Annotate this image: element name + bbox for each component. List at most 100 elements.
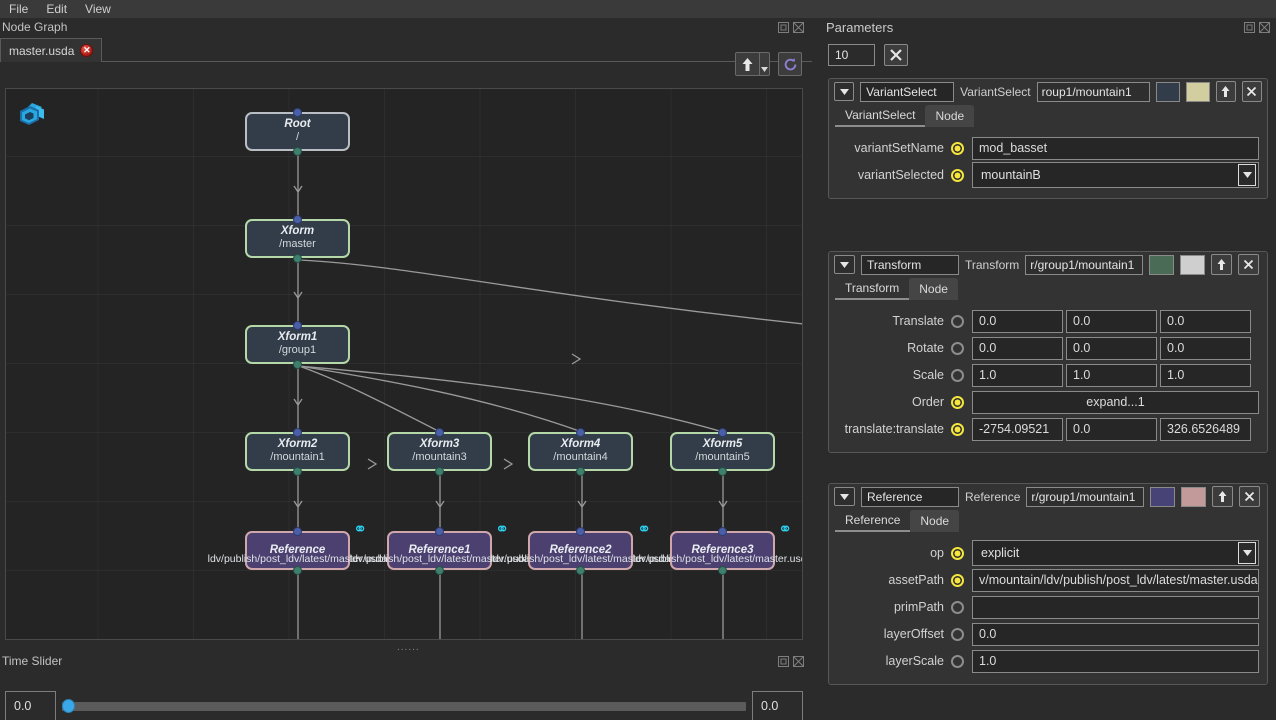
- graph-node-xform4[interactable]: Xform4/mountain4: [528, 427, 633, 476]
- node-input-port[interactable]: [576, 526, 585, 536]
- parameter-group-name[interactable]: VariantSelect: [860, 81, 955, 102]
- parameter-state-knob[interactable]: [951, 168, 964, 182]
- move-up-button[interactable]: [1211, 254, 1233, 275]
- node-link-icon[interactable]: ⚭: [778, 521, 792, 538]
- value-field[interactable]: 326.6526489: [1160, 417, 1251, 441]
- time-start-field[interactable]: 0.0: [5, 691, 56, 720]
- graph-node-xform3[interactable]: Xform3/mountain3: [387, 427, 492, 476]
- color-swatch-secondary[interactable]: [1181, 486, 1207, 507]
- parameter-tab-transform[interactable]: Transform: [835, 278, 910, 300]
- node-output-port[interactable]: [718, 565, 727, 575]
- parameter-state-knob[interactable]: [951, 422, 964, 436]
- float-panel-icon[interactable]: [778, 22, 789, 33]
- parameter-tab-node[interactable]: Node: [909, 278, 958, 300]
- parameter-state-knob[interactable]: [951, 627, 964, 641]
- node-output-port[interactable]: [576, 466, 585, 476]
- dropdown-select[interactable]: explicit: [972, 540, 1259, 566]
- tab-close-icon[interactable]: ✕: [80, 44, 94, 57]
- time-slider-handle[interactable]: [62, 699, 75, 713]
- node-link-icon[interactable]: ⚭: [495, 521, 509, 538]
- node-input-port[interactable]: [293, 526, 302, 536]
- go-up-dropdown-icon[interactable]: [759, 52, 770, 76]
- go-up-button[interactable]: [735, 52, 759, 76]
- value-field[interactable]: 0.0: [1160, 336, 1251, 360]
- node-link-icon[interactable]: ⚭: [353, 521, 367, 538]
- collapse-toggle-icon[interactable]: [834, 255, 855, 274]
- value-field[interactable]: expand...1: [972, 390, 1259, 414]
- clear-filter-button[interactable]: [884, 44, 908, 66]
- collapse-toggle-icon[interactable]: [834, 487, 855, 506]
- value-field[interactable]: 1.0: [1066, 363, 1157, 387]
- move-up-button[interactable]: [1215, 81, 1236, 102]
- chevron-down-icon[interactable]: [1238, 542, 1256, 564]
- parameter-group-path[interactable]: r/group1/mountain1: [1026, 486, 1145, 507]
- node-input-port[interactable]: [718, 526, 727, 536]
- value-field[interactable]: -2754.09521: [972, 417, 1063, 441]
- remove-group-button[interactable]: [1238, 254, 1260, 275]
- node-graph-canvas[interactable]: Root / Xform/master Xform1/group1 Xform2/mou…: [5, 88, 803, 640]
- float-panel-icon[interactable]: [1244, 22, 1255, 33]
- time-end-field[interactable]: 0.0: [752, 691, 803, 720]
- value-field[interactable]: 0.0: [972, 336, 1063, 360]
- value-field[interactable]: v/mountain/ldv/publish/post_ldv/latest/m…: [972, 568, 1259, 592]
- node-input-port[interactable]: [576, 427, 585, 437]
- graph-node-xform5[interactable]: Xform5/mountain5: [670, 427, 775, 476]
- node-input-port[interactable]: [435, 427, 444, 437]
- node-output-port[interactable]: [293, 359, 302, 369]
- graph-node-root[interactable]: Root /: [245, 107, 350, 156]
- value-field[interactable]: mod_basset: [972, 136, 1259, 160]
- node-input-port[interactable]: [293, 107, 302, 117]
- node-output-port[interactable]: [435, 565, 444, 575]
- color-swatch-primary[interactable]: [1155, 81, 1180, 102]
- node-output-port[interactable]: [293, 146, 302, 156]
- parameter-state-knob[interactable]: [951, 600, 964, 614]
- dropdown-select[interactable]: mountainB: [972, 162, 1259, 188]
- parameter-tab-node[interactable]: Node: [910, 510, 960, 532]
- parameter-group-path[interactable]: roup1/mountain1: [1036, 81, 1150, 102]
- parameter-state-knob[interactable]: [951, 341, 964, 355]
- parameter-state-knob[interactable]: [951, 654, 964, 668]
- value-field[interactable]: 0.0: [972, 309, 1063, 333]
- menu-edit[interactable]: Edit: [46, 2, 67, 16]
- panel-splitter-grip[interactable]: ......: [397, 642, 420, 653]
- color-swatch-secondary[interactable]: [1180, 254, 1206, 275]
- node-output-port[interactable]: [293, 466, 302, 476]
- parameter-state-knob[interactable]: [951, 395, 964, 409]
- value-field[interactable]: 0.0: [1066, 336, 1157, 360]
- remove-group-button[interactable]: [1241, 81, 1262, 102]
- value-field[interactable]: 1.0: [972, 363, 1063, 387]
- node-input-port[interactable]: [293, 320, 302, 330]
- graph-node-xform1[interactable]: Xform1/group1: [245, 320, 350, 369]
- color-swatch-primary[interactable]: [1149, 254, 1175, 275]
- node-output-port[interactable]: [293, 565, 302, 575]
- node-output-port[interactable]: [718, 466, 727, 476]
- parameter-state-knob[interactable]: [951, 368, 964, 382]
- graph-node-ref3[interactable]: Reference3 ldv/publish/post_ldv/latest/ma…: [633, 526, 802, 575]
- close-panel-icon[interactable]: [793, 656, 804, 667]
- refresh-button[interactable]: [778, 52, 802, 76]
- move-up-button[interactable]: [1212, 486, 1234, 507]
- value-field[interactable]: 0.0: [1160, 309, 1251, 333]
- parameter-group-path[interactable]: r/group1/mountain1: [1025, 254, 1144, 275]
- parameter-state-knob[interactable]: [951, 141, 964, 155]
- parameter-group-name[interactable]: Reference: [861, 486, 959, 507]
- parameter-tab-node[interactable]: Node: [925, 105, 975, 127]
- graph-node-ref2[interactable]: Reference2 ldv/publish/post_ldv/latest/ma…: [491, 526, 670, 575]
- node-input-port[interactable]: [293, 427, 302, 437]
- value-field[interactable]: [972, 595, 1259, 619]
- value-field[interactable]: 1.0: [972, 649, 1259, 673]
- parameter-tab-reference[interactable]: Reference: [835, 510, 911, 532]
- color-swatch-primary[interactable]: [1150, 486, 1176, 507]
- node-input-port[interactable]: [293, 214, 302, 224]
- value-field[interactable]: 0.0: [1066, 417, 1157, 441]
- parameter-state-knob[interactable]: [951, 573, 964, 587]
- close-panel-icon[interactable]: [1259, 22, 1270, 33]
- node-output-port[interactable]: [293, 253, 302, 263]
- parameter-state-knob[interactable]: [951, 314, 964, 328]
- node-output-port[interactable]: [576, 565, 585, 575]
- value-field[interactable]: 1.0: [1160, 363, 1251, 387]
- node-input-port[interactable]: [435, 526, 444, 536]
- tab-master-usda[interactable]: master.usda ✕: [0, 38, 103, 62]
- node-link-icon[interactable]: ⚭: [637, 521, 651, 538]
- time-slider-track[interactable]: [62, 699, 746, 713]
